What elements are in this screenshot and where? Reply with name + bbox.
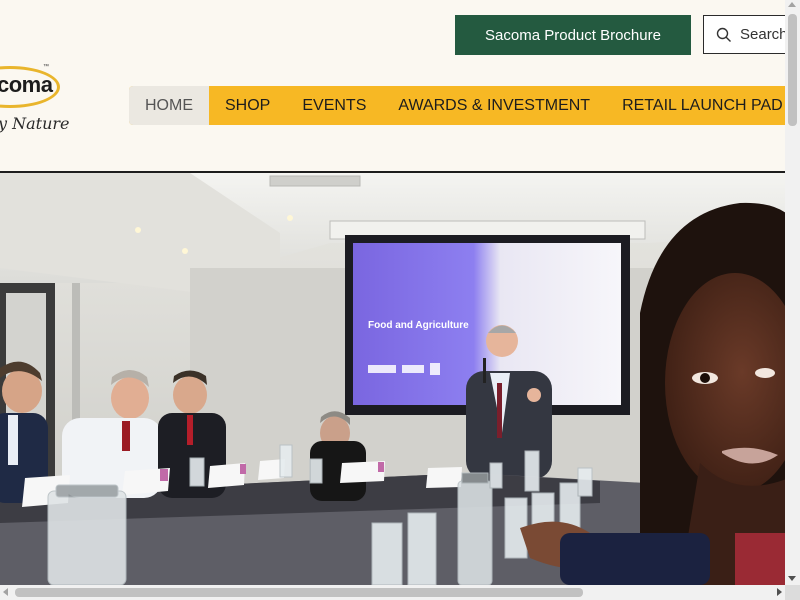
nav-item-shop[interactable]: SHOP bbox=[209, 86, 286, 125]
logo-trademark: ™ bbox=[43, 64, 49, 70]
horizontal-scroll-thumb[interactable] bbox=[15, 588, 583, 597]
nav-item-home[interactable]: HOME bbox=[129, 86, 209, 125]
scroll-down-icon[interactable] bbox=[788, 576, 796, 581]
vertical-scrollbar[interactable] bbox=[785, 0, 800, 585]
nav-item-events[interactable]: EVENTS bbox=[286, 86, 382, 125]
nav-item-retail-launch-pad[interactable]: RETAIL LAUNCH PAD bbox=[606, 86, 785, 125]
nav-item-awards-investment[interactable]: AWARDS & INVESTMENT bbox=[382, 86, 606, 125]
conference-room-photo: Food and Agriculture bbox=[0, 173, 785, 585]
logo-brand-text: coma bbox=[0, 72, 53, 97]
search-icon bbox=[716, 27, 731, 42]
search-box[interactable] bbox=[703, 15, 785, 54]
scroll-left-icon[interactable] bbox=[3, 588, 8, 596]
hero-image: Food and Agriculture bbox=[0, 173, 785, 585]
scroll-right-icon[interactable] bbox=[777, 588, 782, 596]
logo-tagline: y Nature bbox=[0, 114, 70, 133]
site-logo[interactable]: coma ™ y Nature bbox=[0, 62, 80, 152]
screen-slide-title: Food and Agriculture bbox=[368, 320, 469, 331]
site-header: Sacoma Product Brochure coma ™ y Nature … bbox=[0, 0, 785, 172]
vertical-scroll-thumb[interactable] bbox=[788, 14, 797, 126]
brochure-button[interactable]: Sacoma Product Brochure bbox=[455, 15, 691, 55]
main-nav: HOME SHOP EVENTS AWARDS & INVESTMENT RET… bbox=[129, 86, 785, 125]
horizontal-scrollbar[interactable] bbox=[0, 585, 785, 600]
scroll-up-icon[interactable] bbox=[788, 2, 796, 7]
scrollbar-corner bbox=[785, 585, 800, 600]
search-input[interactable] bbox=[740, 26, 785, 43]
